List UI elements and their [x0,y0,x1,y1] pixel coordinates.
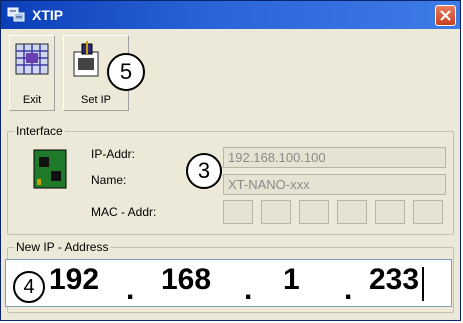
text-cursor [422,267,424,301]
ip-addr-label: IP-Addr: [91,147,136,161]
name-label: Name: [91,173,127,187]
mac-octet-field [299,200,329,224]
callout-5: 5 [107,53,145,91]
mac-octet-field [413,200,443,224]
mac-octet-field [375,200,405,224]
ip-addr-field: 192.168.100.100 [223,147,446,168]
close-icon [440,10,451,21]
ip-separator: . [344,273,353,306]
interface-group-title: Interface [14,124,65,138]
callout-4: 4 [13,271,45,303]
ip-separator: . [126,273,135,306]
mac-octet-field [337,200,367,224]
close-button[interactable] [435,5,456,26]
mac-octet-field [223,200,253,224]
exit-label: Exit [22,94,42,106]
window-title: XTIP [32,7,64,23]
ip-octet-4[interactable]: 233 [369,263,419,297]
exit-grid-icon [15,43,49,75]
toolbar: Exit Set IP 5 [3,31,458,115]
new-ip-group-title: New IP - Address [14,240,111,254]
mac-octet-field [261,200,291,224]
network-card-icon [33,149,67,189]
ip-separator: . [244,273,253,306]
callout-3: 3 [186,153,222,189]
ip-octet-2[interactable]: 168 [161,263,211,297]
set-ip-icon [73,41,99,77]
xtip-window: XTIP Exit Set IP 5 Interface IP-Addr: 19… [0,0,461,321]
ip-octet-3[interactable]: 1 [283,263,300,297]
network-icon [7,7,25,22]
mac-addr-label: MAC - Addr: [91,205,157,219]
title-bar[interactable]: XTIP [1,1,460,29]
set-ip-label: Set IP [81,94,111,106]
name-field: XT-NANO-xxx [223,174,446,195]
ip-octet-1[interactable]: 192 [49,263,99,297]
exit-button[interactable]: Exit [9,35,55,111]
